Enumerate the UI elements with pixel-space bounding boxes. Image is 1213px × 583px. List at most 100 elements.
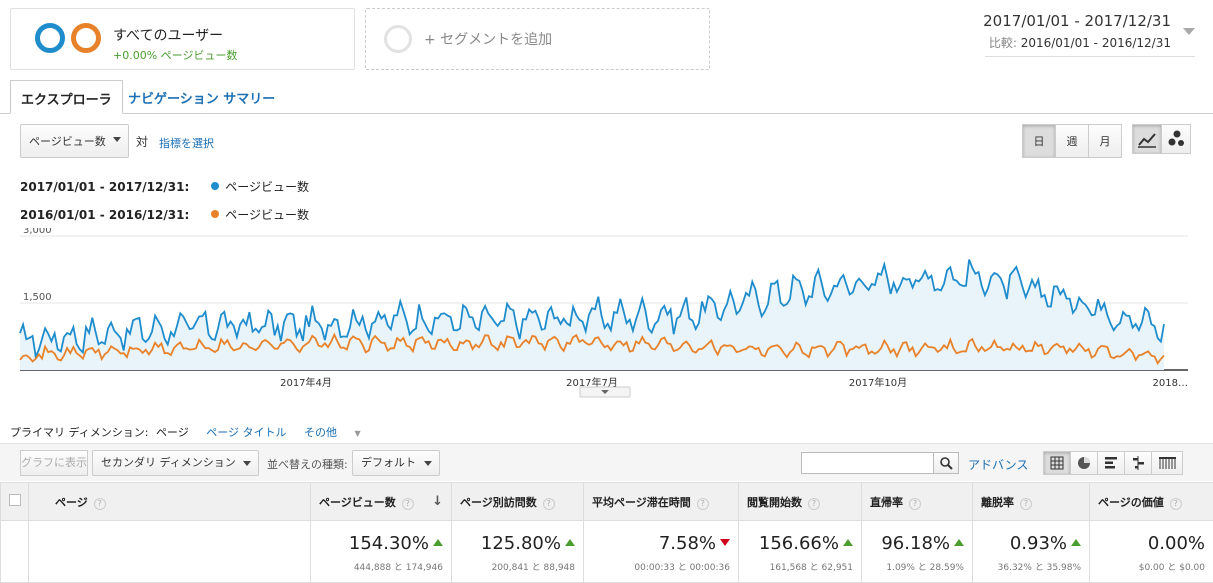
col-header-label: 離脱率 [981, 495, 1014, 509]
tab-navigation-summary[interactable]: ナビゲーション サマリー [118, 80, 285, 114]
secondary-dimension-select[interactable]: セカンダリ ディメンション [92, 450, 259, 476]
pie-chart-icon [1078, 457, 1090, 469]
help-icon[interactable]: ? [808, 497, 820, 510]
col-header-avg-time[interactable]: 平均ページ滞在時間? [583, 482, 739, 521]
help-icon[interactable]: ? [93, 497, 106, 510]
tab-explorer[interactable]: エクスプローラ [10, 80, 123, 114]
total-value: 154.30% [348, 533, 429, 554]
search-button[interactable] [933, 452, 959, 474]
total-value: 96.18% [881, 533, 950, 554]
segment-ring-icon-blue [35, 23, 65, 53]
legend-dot-blue [211, 182, 220, 190]
show-in-graph-button[interactable]: グラフに表示 [20, 450, 88, 476]
legend-row-current: 2017/01/01 - 2017/12/31: ページビュー数 [20, 178, 309, 195]
granularity-month-button[interactable]: 月 [1088, 124, 1122, 158]
performance-view-button[interactable] [1097, 451, 1125, 475]
col-header-unique-pageviews[interactable]: ページ別訪問数? [451, 482, 584, 521]
help-icon[interactable]: ? [696, 497, 709, 510]
primary-dimension-label: プライマリ ディメンション: [10, 426, 149, 439]
trend-up-icon [565, 539, 575, 546]
col-header-label: ページ [55, 495, 88, 509]
x-tick-label: 2017年10月 [849, 376, 907, 389]
caret-down-icon [242, 461, 251, 466]
bar-chart-icon [1105, 457, 1117, 469]
granularity-week-button[interactable]: 週 [1055, 124, 1089, 158]
search-icon [940, 457, 953, 470]
advanced-filter-link[interactable]: アドバンス [968, 456, 1028, 473]
chevron-down-icon [1183, 28, 1195, 35]
col-header-label: ページ別訪問数 [460, 495, 537, 509]
sort-type-select[interactable]: デフォルト [352, 450, 440, 476]
x-tick-label: 2017年4月 [280, 376, 332, 389]
add-segment-button[interactable]: + セグメントを追加 [365, 8, 710, 70]
col-header-label: 閲覧開始数 [747, 495, 802, 509]
help-icon[interactable]: ? [1020, 497, 1032, 510]
total-page-value: 0.00% $0.00 と $0.00 [1089, 520, 1213, 583]
total-exit-rate: 0.93% 36.32% と 35.98% [972, 520, 1090, 583]
line-chart-button[interactable] [1132, 124, 1162, 154]
caret-down-icon [112, 137, 121, 142]
comparison-view-button[interactable] [1124, 451, 1152, 475]
select-all-cell [0, 482, 29, 521]
col-header-pageviews[interactable]: ページビュー数? ↓ [310, 482, 452, 521]
dimension-other[interactable]: その他 ▼ [304, 426, 375, 439]
legend-row-previous: 2016/01/01 - 2016/12/31: ページビュー数 [20, 206, 309, 223]
total-avg-time: 7.58% 00:00:33 と 00:00:36 [583, 520, 739, 583]
trend-up-icon [1071, 539, 1081, 546]
trend-up-icon [954, 539, 964, 546]
compare-value: 2016/01/01 - 2016/12/31 [1020, 36, 1171, 50]
col-header-exit-rate[interactable]: 離脱率? [972, 482, 1090, 521]
totals-empty-cell [0, 520, 29, 583]
pageviews-line-chart: 3,0001,5002017年4月 2017年7月 2017年10月 2018… [19, 228, 1188, 398]
col-header-page-value[interactable]: ページの価値? [1089, 482, 1213, 521]
trend-up-icon [843, 539, 853, 546]
dimension-page-title[interactable]: ページ タイトル [206, 426, 286, 439]
compare-label: 比較: [988, 36, 1017, 50]
table-toolbar: グラフに表示 セカンダリ ディメンション 並べ替えの種類: デフォルト アドバン… [0, 443, 1213, 481]
line-chart-icon [1138, 133, 1156, 148]
help-icon[interactable]: ? [909, 497, 921, 510]
total-detail: 200,841 と 88,948 [491, 563, 575, 573]
col-header-label: 平均ページ滞在時間 [592, 495, 691, 509]
total-bounce-rate: 96.18% 1.09% と 28.59% [861, 520, 973, 583]
table-view-button[interactable] [1043, 451, 1071, 475]
legend-dot-orange [211, 210, 220, 218]
segment-ring-icon-orange [71, 23, 101, 53]
select-metric-link[interactable]: 指標を選択 [159, 135, 214, 151]
date-range-compare: 比較: 2016/01/01 - 2016/12/31 [989, 34, 1171, 51]
data-table: ページ? ページビュー数? ↓ ページ別訪問数? 平均ページ滞在時間? 閲覧開始数… [0, 482, 1213, 583]
total-unique-pageviews: 125.80% 200,841 と 88,948 [451, 520, 584, 583]
col-header-entrances[interactable]: 閲覧開始数? [738, 482, 862, 521]
pivot-table-icon [1159, 457, 1176, 469]
legend-name-current: ページビュー数 [225, 180, 310, 194]
table-search-input[interactable] [801, 452, 934, 474]
col-header-label: 直帰率 [870, 495, 903, 509]
x-tick-label: 2018… [1153, 378, 1188, 389]
col-header-bounce-rate[interactable]: 直帰率? [861, 482, 973, 521]
trend-up-icon [433, 539, 443, 546]
segment-all-users[interactable]: すべてのユーザー +0.00% ページビュー数 [10, 8, 355, 70]
help-icon[interactable]: ? [542, 497, 555, 510]
add-segment-label: + セグメントを追加 [424, 32, 553, 48]
total-detail: 1.09% と 28.59% [886, 563, 964, 573]
metric-select[interactable]: ページビュー数 [20, 124, 129, 158]
pie-view-button[interactable] [1070, 451, 1098, 475]
vs-label: 対 [136, 135, 149, 149]
col-header-page[interactable]: ページ? [28, 482, 311, 521]
select-all-checkbox[interactable] [9, 494, 21, 506]
total-detail: 161,568 と 62,951 [769, 563, 853, 573]
pivot-view-button[interactable] [1151, 451, 1183, 475]
legend-range-current: 2017/01/01 - 2017/12/31: [20, 180, 190, 194]
total-entrances: 156.66% 161,568 と 62,951 [738, 520, 862, 583]
help-icon[interactable]: ? [401, 497, 414, 510]
date-range-picker[interactable]: 2017/01/01 - 2017/12/31 比較: 2016/01/01 -… [983, 12, 1195, 57]
col-header-label: ページの価値 [1098, 495, 1164, 509]
y-tick-label: 3,000 [23, 228, 52, 236]
motion-chart-button[interactable] [1161, 124, 1191, 154]
help-icon[interactable]: ? [1169, 497, 1182, 510]
total-value: 7.58% [658, 533, 716, 554]
report-tabs: エクスプローラ ナビゲーション サマリー [0, 80, 1213, 114]
granularity-day-button[interactable]: 日 [1022, 124, 1056, 158]
dimension-page[interactable]: ページ [156, 426, 189, 439]
comparison-icon [1133, 456, 1144, 470]
